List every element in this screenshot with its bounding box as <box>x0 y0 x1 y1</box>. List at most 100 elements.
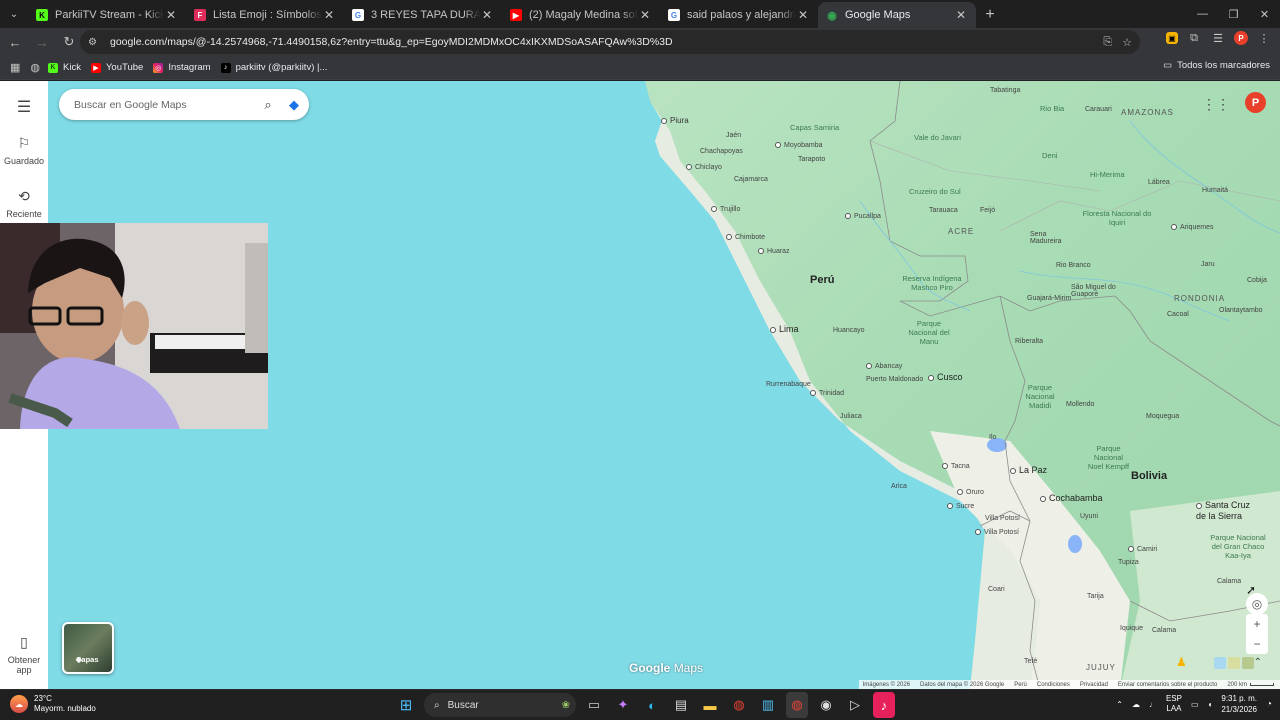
bookmark-instagram[interactable]: ◎ Instagram <box>153 62 211 73</box>
account-avatar[interactable]: P <box>1245 92 1266 113</box>
copilot-icon[interactable]: ✦ <box>612 692 634 718</box>
minimize-icon[interactable]: — <box>1187 0 1218 28</box>
forward-icon[interactable]: → <box>30 30 54 54</box>
attrib-country[interactable]: Perú <box>1014 682 1027 688</box>
tab-5[interactable]: ◉ Google Maps ✕ <box>818 2 976 28</box>
chrome-icon[interactable]: ◍ <box>728 692 750 718</box>
notifications-icon[interactable]: ◔ <box>1266 699 1272 710</box>
tab-search-chevron-icon[interactable]: ⌄ <box>0 0 28 28</box>
tab-3[interactable]: ▶ (2) Magaly Medina sobre ampa ✕ <box>502 2 660 28</box>
window-controls: — ❐ ✕ <box>1187 0 1280 28</box>
tab-title: Lista Emoji : Símbolos emoji na <box>213 9 322 21</box>
search-input[interactable]: Buscar en Google Maps <box>74 99 257 111</box>
media-controls-icon[interactable]: ☰ <box>1210 30 1226 46</box>
tray-chevron-icon[interactable]: ⌃ <box>1116 700 1123 709</box>
close-icon[interactable]: ✕ <box>322 8 336 22</box>
tab-0[interactable]: K ParkiiTV Stream - Kick Dashboard ✕ <box>28 2 186 28</box>
map-label-puerto-maldonado: Riberalta <box>1015 338 1044 345</box>
thumb-3[interactable] <box>1242 657 1254 669</box>
tab-4[interactable]: G said palaos y alejandra baigorri ✕ <box>660 2 818 28</box>
address-bar[interactable]: ⚙ google.com/maps/@-14.2574968,-71.44901… <box>80 30 1140 54</box>
attrib-privacy[interactable]: Privacidad <box>1080 682 1108 688</box>
close-icon[interactable]: ✕ <box>480 8 494 22</box>
file-explorer-icon[interactable]: ▬ <box>699 692 721 718</box>
kebab-menu-icon[interactable]: ⋮ <box>1256 30 1272 46</box>
edge-icon[interactable]: ◐ <box>641 692 663 718</box>
puzzle-extensions-icon[interactable]: ⧉ <box>1186 30 1202 46</box>
chrome-web-icon[interactable]: ◍ <box>30 61 40 74</box>
obs-icon[interactable]: ◉ <box>815 692 837 718</box>
store-icon[interactable]: ▤ <box>670 692 692 718</box>
attrib-feedback[interactable]: Enviar comentarios sobre el producto <box>1118 682 1217 688</box>
task-view-icon[interactable]: ▭ <box>583 692 605 718</box>
media-player-icon[interactable]: ▷ <box>844 692 866 718</box>
restore-icon[interactable]: ❐ <box>1218 0 1249 28</box>
close-window-icon[interactable]: ✕ <box>1249 0 1280 28</box>
windows-start-icon[interactable]: ⊞ <box>395 692 417 718</box>
close-icon[interactable]: ✕ <box>954 8 968 22</box>
clock[interactable]: 9:31 p. m. 21/3/2026 <box>1221 693 1257 715</box>
onedrive-icon[interactable]: ☁ <box>1132 700 1140 709</box>
notepad-icon[interactable]: ▥ <box>757 692 779 718</box>
map-label-manu: Parque Nacional del Manu <box>908 319 950 346</box>
directions-icon[interactable]: ◆ <box>279 97 309 113</box>
attrib-scale[interactable]: 200 km <box>1227 682 1274 688</box>
menu-hamburger-icon[interactable]: ☰ <box>0 97 48 121</box>
thumb-1[interactable] <box>1214 657 1226 669</box>
extension-icon[interactable]: ▣ <box>1166 32 1178 44</box>
attrib-terms[interactable]: Condiciones <box>1037 682 1070 688</box>
pegman-icon[interactable]: ♟ <box>1176 655 1188 675</box>
bookmark-kick[interactable]: K Kick <box>48 62 81 73</box>
map-label-sucre: Camiri <box>1128 546 1157 553</box>
microphone-icon[interactable]: ♩ <box>1149 700 1157 709</box>
layers-button[interactable]: ◈ Capas <box>62 622 114 674</box>
thumb-2[interactable] <box>1228 657 1240 669</box>
back-icon[interactable]: ← <box>3 30 27 54</box>
bookmark-tiktok[interactable]: ♪ parkiitv (@parkiitv) |... <box>220 62 327 73</box>
weather-widget[interactable]: ☁ 23°C Mayorm. nublado <box>10 694 96 714</box>
tab-2[interactable]: G 3 REYES TAPA DURA 2026 PREC ✕ <box>344 2 502 28</box>
close-icon[interactable]: ✕ <box>796 8 810 22</box>
google-maps-pin-icon: ◉ <box>827 9 837 22</box>
map-label-uyuni: Tarija <box>1087 593 1104 600</box>
install-app-icon[interactable]: ⎘ <box>1103 36 1112 49</box>
close-icon[interactable]: ✕ <box>638 8 652 22</box>
search-icon[interactable]: ⌕ <box>257 97 279 113</box>
zoom-in-button[interactable]: + <box>1246 614 1268 634</box>
volume-icon[interactable]: ◖ <box>1208 700 1213 709</box>
google-apps-grid-icon[interactable]: ⋮⋮ <box>1202 96 1230 113</box>
site-info-icon[interactable]: ⚙ <box>88 37 102 48</box>
bookmark-youtube[interactable]: ▶ YouTube <box>90 62 143 73</box>
new-tab-plus-icon[interactable]: + <box>976 2 1004 28</box>
map-label-tupiza: Iquique <box>1120 625 1143 632</box>
url-text[interactable]: google.com/maps/@-14.2574968,-71.4490158… <box>110 36 673 48</box>
input-language[interactable]: ESP LAA <box>1166 694 1182 714</box>
get-app-button[interactable]: ▯ Obtener app <box>0 634 48 675</box>
map-label-rio-branco: Rio Branco <box>1056 262 1091 269</box>
expand-up-icon[interactable]: ⌃ <box>1254 657 1262 668</box>
map-label-guajara-mirim: São Miguel do Guaporé <box>1071 284 1116 298</box>
apps-grid-icon[interactable]: ▦ <box>10 61 20 74</box>
zoom-out-button[interactable]: − <box>1246 634 1268 654</box>
taskbar-search[interactable]: ⌕ Buscar ❀ <box>424 693 576 717</box>
logo-product: Maps <box>673 661 704 675</box>
youtube-icon: ▶ <box>90 62 101 73</box>
bookmark-star-icon[interactable]: ☆ <box>1122 36 1132 49</box>
reload-icon[interactable]: ↻ <box>57 30 81 54</box>
profile-avatar[interactable]: P <box>1234 31 1248 45</box>
all-bookmarks[interactable]: ▭ Todos los marcadores <box>1163 60 1270 71</box>
tab-1[interactable]: F Lista Emoji : Símbolos emoji na ✕ <box>186 2 344 28</box>
close-icon[interactable]: ✕ <box>164 8 178 22</box>
search-highlight-icon: ❀ <box>561 699 570 711</box>
google-icon: G <box>352 9 364 21</box>
chrome-profile-icon[interactable]: ◍ <box>786 692 808 718</box>
tiktok-live-icon[interactable]: ♪ <box>873 692 895 718</box>
map-label-huaraz: Huaraz <box>758 248 790 255</box>
map-label-acre: ACRE <box>948 227 975 236</box>
maps-search-box[interactable]: Buscar en Google Maps ⌕ ◆ <box>59 89 309 120</box>
imagery-thumbnails[interactable] <box>1214 657 1254 669</box>
recent-button[interactable]: ⟲ Reciente <box>0 188 48 219</box>
saved-button[interactable]: ⚐ Guardado <box>0 135 48 166</box>
display-icon[interactable]: ▭ <box>1191 700 1199 709</box>
map-label-camiri: Calama <box>1217 578 1242 585</box>
